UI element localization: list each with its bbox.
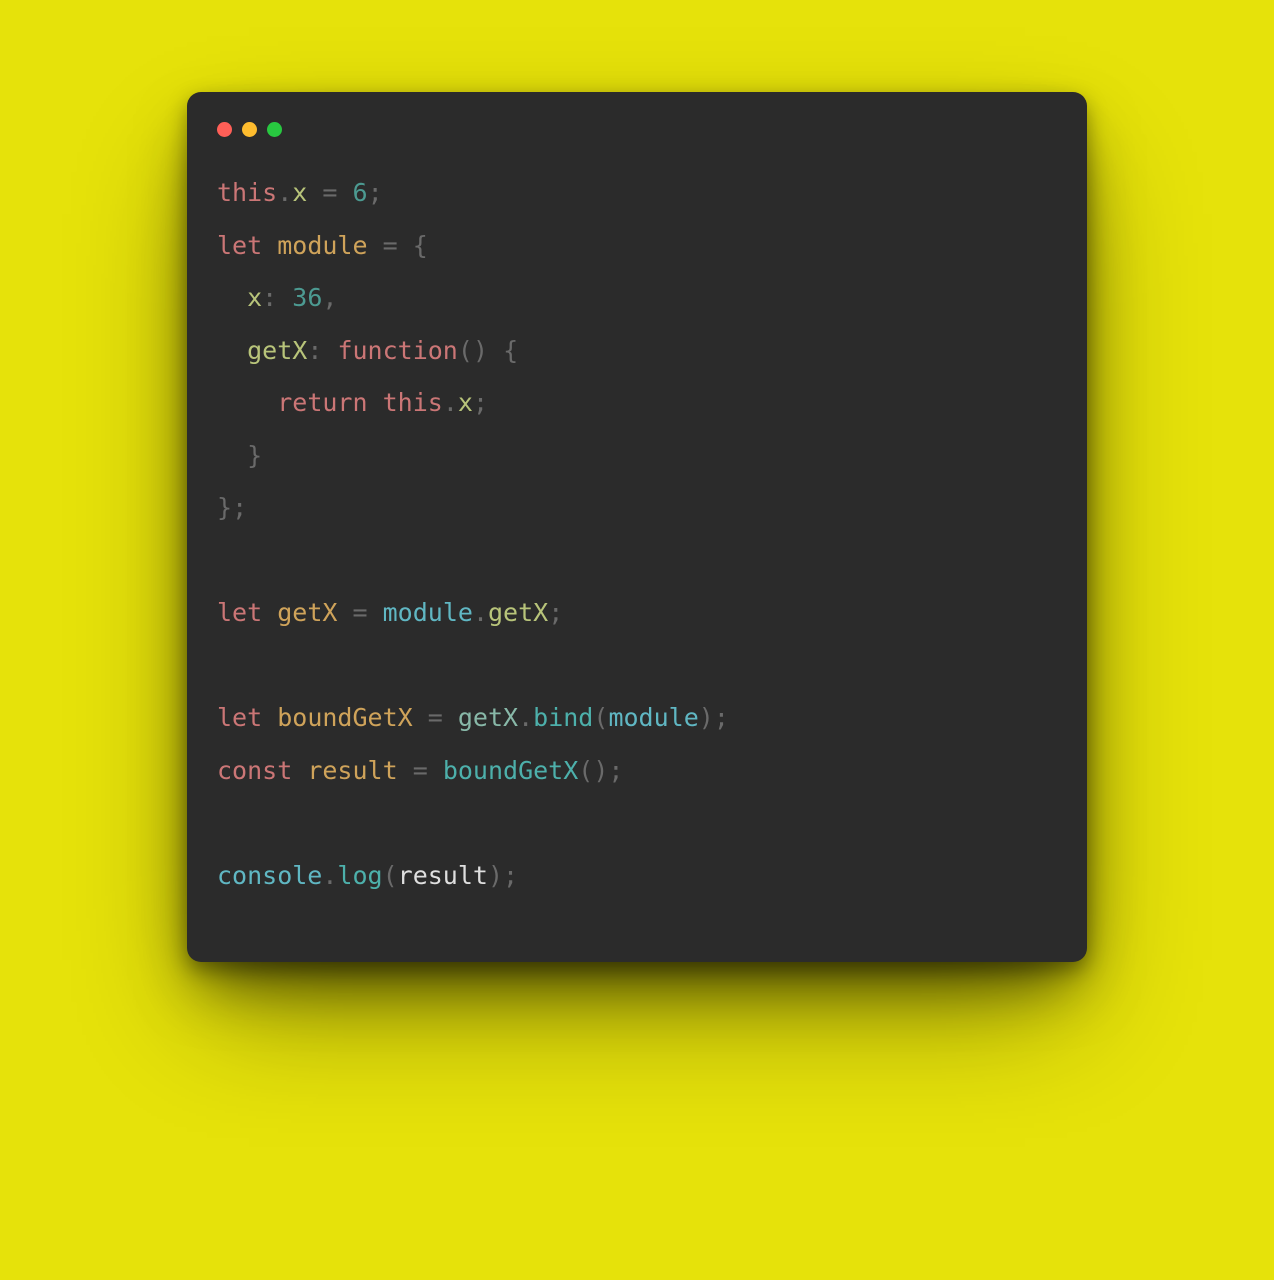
code-token (428, 756, 443, 785)
code-token: ( (578, 756, 593, 785)
code-token: let (217, 598, 262, 627)
code-token: ( (458, 336, 473, 365)
code-token: function (337, 336, 457, 365)
code-token: ) (593, 756, 608, 785)
code-token: x (292, 178, 307, 207)
code-token: { (503, 336, 518, 365)
code-window: this.x = 6; let module = { x: 36, getX: … (187, 92, 1087, 962)
code-token: ; (608, 756, 623, 785)
code-token: result (307, 756, 397, 785)
code-token: boundGetX (277, 703, 412, 732)
code-token: . (518, 703, 533, 732)
code-token: log (337, 861, 382, 890)
code-token (262, 703, 277, 732)
code-token: . (443, 388, 458, 417)
code-token: = (383, 231, 398, 260)
code-token: : (262, 283, 277, 312)
code-token: getX (458, 703, 518, 732)
code-token: console (217, 861, 322, 890)
code-token: = (322, 178, 337, 207)
code-token: module (277, 231, 367, 260)
code-token: ; (368, 178, 383, 207)
code-token (413, 703, 428, 732)
code-token: = (428, 703, 443, 732)
code-token: . (322, 861, 337, 890)
code-block: this.x = 6; let module = { x: 36, getX: … (217, 167, 1057, 902)
code-token: boundGetX (443, 756, 578, 785)
minimize-icon[interactable] (242, 122, 257, 137)
code-token (488, 336, 503, 365)
code-token (217, 283, 247, 312)
code-token (217, 336, 247, 365)
code-token: ; (232, 493, 247, 522)
code-token: return (277, 388, 367, 417)
code-token (307, 178, 322, 207)
code-token: let (217, 703, 262, 732)
code-token: getX (488, 598, 548, 627)
code-token (368, 598, 383, 627)
code-token: ) (488, 861, 503, 890)
code-token: 6 (353, 178, 368, 207)
code-token: const (217, 756, 292, 785)
code-token: : (307, 336, 322, 365)
code-token: this (383, 388, 443, 417)
code-token (337, 178, 352, 207)
code-token: ) (699, 703, 714, 732)
code-token (262, 598, 277, 627)
code-token: this (217, 178, 277, 207)
code-token (368, 231, 383, 260)
code-token (398, 231, 413, 260)
code-token: x (458, 388, 473, 417)
code-token: ; (503, 861, 518, 890)
code-token (368, 388, 383, 417)
code-token: } (247, 441, 262, 470)
code-token: getX (247, 336, 307, 365)
code-token (322, 336, 337, 365)
code-token: bind (533, 703, 593, 732)
code-token: 36 (292, 283, 322, 312)
code-token (217, 388, 277, 417)
code-token: . (473, 598, 488, 627)
code-token: module (383, 598, 473, 627)
code-token (337, 598, 352, 627)
close-icon[interactable] (217, 122, 232, 137)
maximize-icon[interactable] (267, 122, 282, 137)
code-token: { (413, 231, 428, 260)
code-token: ; (548, 598, 563, 627)
code-token: ) (473, 336, 488, 365)
code-token: module (608, 703, 698, 732)
window-titlebar (217, 118, 1057, 167)
code-token (262, 231, 277, 260)
code-token: ; (714, 703, 729, 732)
code-token: , (322, 283, 337, 312)
code-token: = (353, 598, 368, 627)
code-token: = (413, 756, 428, 785)
code-token (443, 703, 458, 732)
code-token: ( (593, 703, 608, 732)
code-token (292, 756, 307, 785)
code-token: getX (277, 598, 337, 627)
code-token (277, 283, 292, 312)
code-token (217, 441, 247, 470)
code-token (398, 756, 413, 785)
code-token: let (217, 231, 262, 260)
code-token: result (398, 861, 488, 890)
canvas: this.x = 6; let module = { x: 36, getX: … (0, 0, 1274, 1280)
code-token: } (217, 493, 232, 522)
code-token: . (277, 178, 292, 207)
code-token: x (247, 283, 262, 312)
code-token: ; (473, 388, 488, 417)
code-token: ( (383, 861, 398, 890)
